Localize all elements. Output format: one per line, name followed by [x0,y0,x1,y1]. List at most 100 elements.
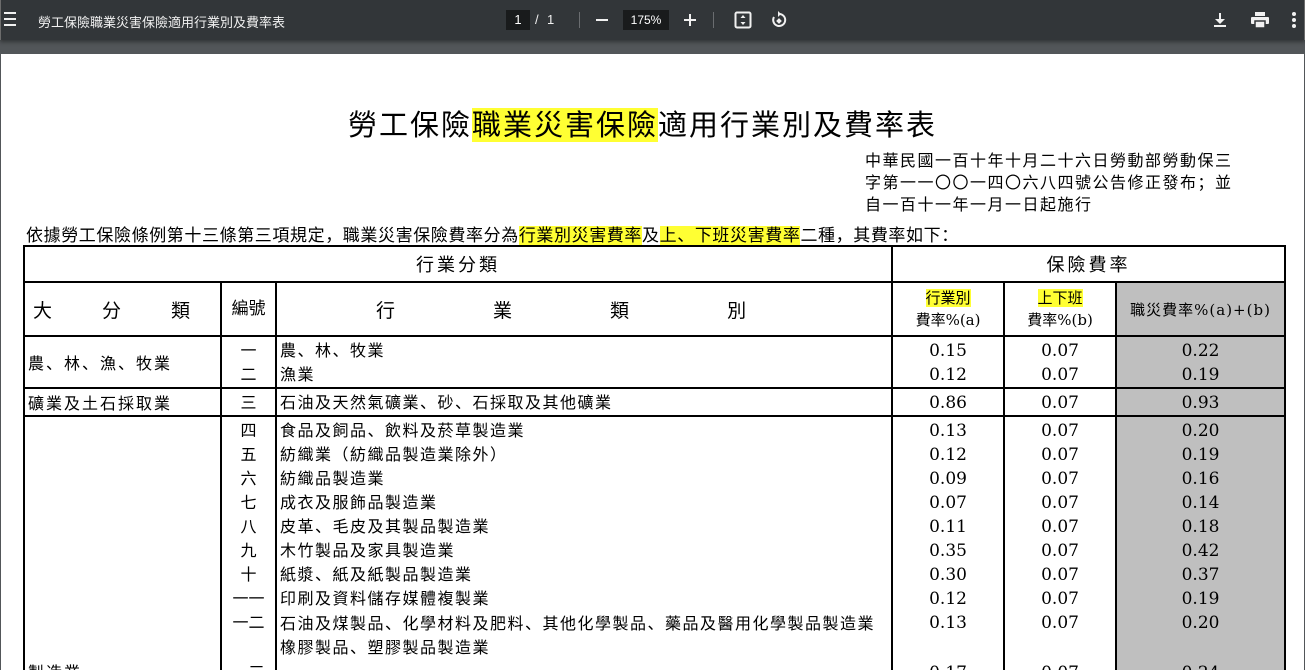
rate-b-value: 0.07 [1005,661,1115,670]
industry-code: 一一 [232,589,265,608]
rate-b-cell: 0.07 0.07 0.07 0.07 0.07 0.07 0.07 0.07 0.07 0.07 [1003,415,1118,670]
page-title: 勞工保險職業災害保險適用行業別及費率表 [1,102,1284,144]
industry-group-header: 行業分類 [22,245,894,283]
rate-sum-cell: 0.20 0.19 0.16 0.14 0.18 0.42 0.37 0.19 0.20 0.24 [1115,415,1287,670]
rate-table-body: 農、林、漁、牧業一二農、林、牧業 漁業 0.15 0.12 0.07 0.07 0.22 0.… [23,335,1287,670]
announcement-line: 字第一一〇〇一四〇六八四號公告修正發布；並 [865,173,1233,192]
announcement-line: 中華民國一百十年十月二十六日勞動部勞動保三 [865,151,1233,170]
rate-b-cell: 0.07 0.07 [1003,335,1118,389]
rate-a-value: 0.15 [929,341,967,361]
industry-code-cell: 一二 [220,335,277,389]
industry-code: 一二 [232,613,265,632]
industry-code: 一三 [222,661,275,670]
page-total: 1 [547,12,555,27]
intro-paragraph: 依據勞工保險條例第十三條第三項規定，職業災害保險費率分為行業別災害費率及上、下班… [26,221,959,246]
rate-b-cell: 0.07 [1003,387,1118,417]
rate-b-value: 0.07 [1041,565,1079,585]
download-icon [1214,13,1226,27]
rate-b-value: 0.07 [1041,365,1079,385]
zoom-out-icon [596,19,608,21]
rate-b-value: 0.07 [1041,341,1079,361]
announcement-note: 中華民國一百十年十月二十六日勞動部勞動保三 字第一一〇〇一四〇六八四號公告修正發… [865,150,1275,216]
announcement-line: 自一百十一年一月一日起施行 [865,195,1093,214]
rotate-button[interactable] [768,9,790,31]
zoom-out-button[interactable] [591,9,613,31]
industry-name: 農、林、牧業 [280,341,386,360]
fit-page-icon [734,11,752,29]
industry-code: 六 [240,469,257,488]
rate-sum-value: 0.19 [1181,445,1220,465]
major-category-cell: 礦業及土石採取業 [23,387,222,417]
industry-name: 紙漿、紙及紙製品製造業 [280,565,473,584]
document-title: 勞工保險職業災害保險適用行業別及費率表 [38,16,286,31]
industry-code: 十 [240,565,257,584]
rate-a-value: 0.09 [929,469,967,489]
col-header-rate-b: 上下班 費率%(b) [1003,281,1118,337]
industry-code: 九 [240,541,257,560]
rate-sum-value: 0.42 [1181,541,1220,561]
rate-a-value: 0.86 [929,393,967,413]
intro-highlight: 上、下班災害費率 [659,226,801,246]
print-button[interactable] [1249,9,1271,31]
rate-sum-value: 0.14 [1181,493,1220,513]
rate-a-value: 0.30 [929,565,967,585]
menu-icon[interactable] [4,12,16,26]
rate-b-value: 0.07 [1041,613,1079,633]
pdf-page: 勞工保險職業災害保險適用行業別及費率表 中華民國一百十年十月二十六日勞動部勞動保… [1,54,1304,670]
rate-a-value: 0.35 [929,541,967,561]
industry-name: 皮革、毛皮及其製品製造業 [280,517,491,536]
industry-code: 一 [240,341,257,360]
industry-name: 食品及飼品、飲料及菸草製造業 [280,421,526,440]
rate-a-value: 0.12 [929,589,967,609]
industry-code: 二 [240,365,257,384]
industry-code-cell: 四五六七八九十一一一二一三 [220,415,277,670]
industry-name: 橡膠製品、塑膠製品製造業 [280,638,491,657]
rate-a-value: 0.17 [893,661,1003,670]
col-header-rate-b-sub: 費率%(b) [1027,311,1093,329]
col-header-rate-sum: 職災費率%(a)+(b) [1115,281,1287,337]
zoom-in-button[interactable] [679,9,701,31]
industry-code: 八 [240,517,257,536]
industry-name: 紡織業（紡織品製造業除外） [280,445,508,464]
page-number-input[interactable]: 1 [506,10,530,30]
rate-a-cell: 0.13 0.12 0.09 0.07 0.11 0.35 0.30 0.12 0.13 0.17 [891,415,1006,670]
industry-name-cell: 石油及天然氣礦業、砂、石採取及其他礦業 [274,387,894,417]
industry-name: 漁業 [280,365,316,384]
col-header-rate-b-highlight: 上下班 [1037,289,1083,307]
rate-sum-value: 0.20 [1181,613,1220,633]
rate-table: 行業分類 保險費率 大 分 類 編號 行 業 類 別 行業別 費率%(a) 上下… [22,245,1287,670]
print-icon [1251,12,1269,28]
download-button[interactable] [1209,9,1231,31]
title-text: 勞工保險 [347,108,472,142]
more-options-button[interactable] [1287,9,1301,31]
pdf-viewer-toolbar: 勞工保險職業災害保險適用行業別及費率表 1 / 1 175% [0,0,1305,40]
rate-b-value: 0.07 [1041,469,1079,489]
industry-name-cell: 食品及飼品、飲料及菸草製造業 紡織業（紡織品製造業除外） 紡織品製造業 成衣及服飾品製… [274,415,894,670]
rate-b-value: 0.07 [1041,589,1079,609]
rate-b-value: 0.07 [1041,393,1079,413]
col-header-code: 編號 [220,281,277,337]
rate-a-value: 0.13 [929,421,967,441]
intro-text: 依據勞工保險條例第十三條第三項規定，職業災害保險費率分為 [26,226,519,246]
zoom-in-icon [684,14,696,26]
industry-name: 木竹製品及家具製造業 [280,541,456,560]
rate-sum-value: 0.19 [1181,589,1220,609]
industry-code: 三 [240,393,257,412]
table-row: 礦業及土石採取業三 石油及天然氣礦業、砂、石採取及其他礦業 0.86 0.07 0.93 [23,387,1287,417]
fit-page-button[interactable] [732,9,754,31]
rate-sum-value: 0.16 [1181,469,1220,489]
zoom-level-input[interactable]: 175% [623,10,669,30]
col-header-rate-a-sub: 費率%(a) [915,311,981,329]
industry-code: 五 [240,445,257,464]
col-header-rate-a-highlight: 行業別 [925,289,971,307]
toolbar-divider [713,12,714,28]
rates-group-header: 保險費率 [891,245,1287,283]
industry-name: 成衣及服飾品製造業 [280,493,438,512]
col-header-industry: 行 業 類 別 [274,281,894,337]
major-category-cell: 製造業 [23,415,222,670]
rate-a-value: 0.13 [929,613,967,633]
rotate-icon [772,11,787,27]
col-header-rate-a: 行業別 費率%(a) [891,281,1006,337]
rate-a-value: 0.12 [929,445,967,465]
industry-code-cell: 三 [220,387,277,417]
